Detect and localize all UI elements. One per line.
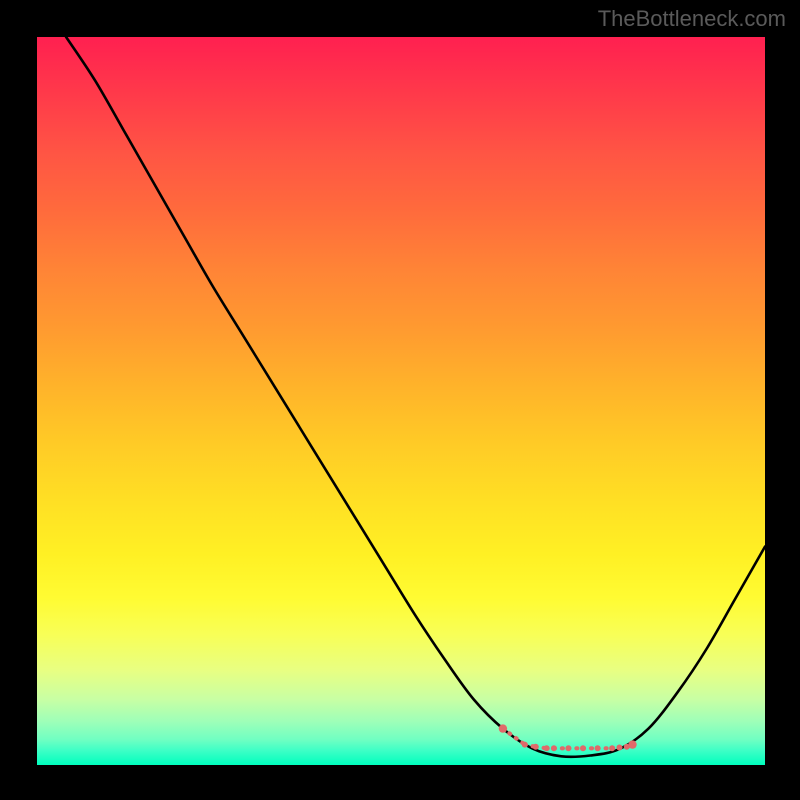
bottleneck-curve	[66, 37, 765, 757]
optimal-markers-group	[499, 724, 637, 751]
optimal-marker	[499, 724, 507, 732]
optimal-marker	[609, 745, 615, 751]
optimal-marker	[628, 740, 636, 748]
plot-area	[37, 37, 765, 765]
optimal-marker	[580, 745, 586, 751]
optimal-marker	[551, 745, 557, 751]
watermark-text: TheBottleneck.com	[598, 6, 786, 32]
optimal-marker	[595, 745, 601, 751]
optimal-marker	[533, 744, 539, 750]
optimal-marker	[565, 745, 571, 751]
optimal-marker	[522, 742, 528, 748]
chart-container: TheBottleneck.com	[0, 0, 800, 800]
optimal-marker	[616, 745, 622, 751]
curve-layer	[37, 37, 765, 765]
optimal-marker	[544, 745, 550, 751]
